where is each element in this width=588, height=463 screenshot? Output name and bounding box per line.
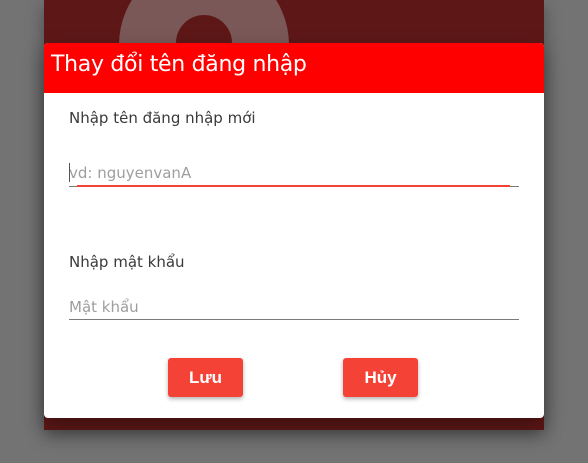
password-input[interactable] (69, 294, 519, 320)
change-username-dialog: Thay đổi tên đăng nhập Nhập tên đăng nhậ… (44, 43, 544, 418)
username-label: Nhập tên đăng nhập mới (69, 109, 256, 127)
password-underline (69, 319, 519, 320)
username-focus-indicator (77, 185, 510, 187)
username-input[interactable] (69, 160, 519, 186)
dialog-header: Thay đổi tên đăng nhập (44, 43, 544, 93)
text-caret (69, 163, 70, 182)
dialog-title: Thay đổi tên đăng nhập (51, 52, 307, 77)
password-label: Nhập mật khẩu (69, 253, 185, 271)
save-button[interactable]: Lưu (168, 358, 243, 397)
cancel-button[interactable]: Hủy (343, 358, 418, 397)
